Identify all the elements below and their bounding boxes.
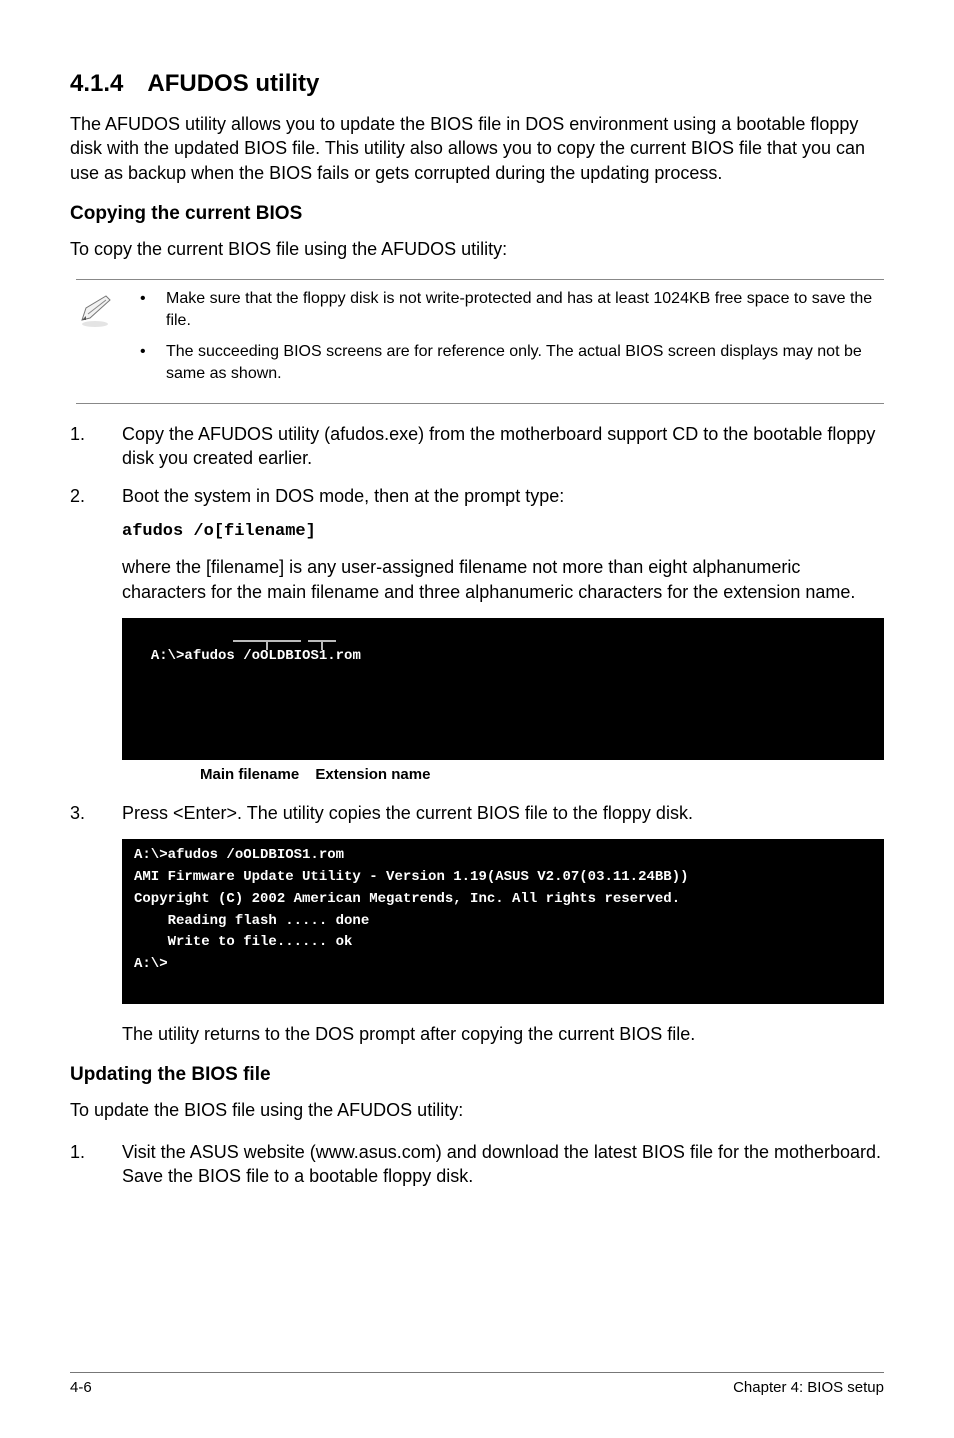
intro-paragraph: The AFUDOS utility allows you to update … bbox=[70, 112, 884, 185]
tick-ext bbox=[321, 640, 323, 650]
step-text: Visit the ASUS website (www.asus.com) an… bbox=[122, 1142, 881, 1186]
section-title-text: AFUDOS utility bbox=[147, 70, 319, 97]
step-text: Copy the AFUDOS utility (afudos.exe) fro… bbox=[122, 424, 875, 468]
step-item: 3. Press <Enter>. The utility copies the… bbox=[70, 801, 884, 825]
label-extension-name: Extension name bbox=[315, 766, 430, 783]
step-text: Press <Enter>. The utility copies the cu… bbox=[122, 803, 693, 823]
copy-heading: Copying the current BIOS bbox=[70, 203, 884, 225]
tick-main bbox=[266, 640, 268, 650]
step-number: 2. bbox=[70, 484, 85, 508]
terminal-line: A:\>afudos /oOLDBIOS1.rom bbox=[151, 648, 361, 664]
section-number: 4.1.4 bbox=[70, 70, 123, 98]
update-heading: Updating the BIOS file bbox=[70, 1064, 884, 1086]
step-item: 2. Boot the system in DOS mode, then at … bbox=[70, 484, 884, 508]
note-block: Make sure that the floppy disk is not wr… bbox=[76, 279, 884, 403]
section-heading: 4.1.4 AFUDOS utility bbox=[70, 70, 884, 98]
note-item: Make sure that the floppy disk is not wr… bbox=[140, 288, 884, 331]
update-steps: 1. Visit the ASUS website (www.asus.com)… bbox=[70, 1140, 884, 1189]
label-main-filename: Main filename bbox=[200, 766, 299, 783]
copy-result: The utility returns to the DOS prompt af… bbox=[122, 1022, 884, 1046]
terminal-output: A:\>afudos /oOLDBIOS1.rom AMI Firmware U… bbox=[122, 839, 884, 1003]
chapter-label: Chapter 4: BIOS setup bbox=[733, 1379, 884, 1396]
step-number: 1. bbox=[70, 422, 85, 446]
step-item: 1. Copy the AFUDOS utility (afudos.exe) … bbox=[70, 422, 884, 471]
update-lead: To update the BIOS file using the AFUDOS… bbox=[70, 1098, 884, 1122]
page-number: 4-6 bbox=[70, 1379, 92, 1396]
step-number: 1. bbox=[70, 1140, 85, 1164]
terminal-output: A:\>afudos /oOLDBIOS1.rom bbox=[122, 618, 884, 760]
note-list: Make sure that the floppy disk is not wr… bbox=[116, 288, 884, 394]
command-inline: afudos /o[filename] bbox=[122, 522, 884, 541]
copy-steps: 1. Copy the AFUDOS utility (afudos.exe) … bbox=[70, 422, 884, 509]
note-pencil-icon bbox=[76, 288, 116, 335]
note-item: The succeeding BIOS screens are for refe… bbox=[140, 341, 884, 384]
step-text: Boot the system in DOS mode, then at the… bbox=[122, 486, 564, 506]
step-number: 3. bbox=[70, 801, 85, 825]
copy-lead: To copy the current BIOS file using the … bbox=[70, 237, 884, 261]
copy-steps-cont: 3. Press <Enter>. The utility copies the… bbox=[70, 801, 884, 825]
step-item: 1. Visit the ASUS website (www.asus.com)… bbox=[70, 1140, 884, 1189]
step-explanation: where the [filename] is any user-assigne… bbox=[122, 555, 884, 604]
page-footer: 4-6 Chapter 4: BIOS setup bbox=[70, 1372, 884, 1396]
filename-labels: Main filename Extension name bbox=[122, 766, 884, 783]
